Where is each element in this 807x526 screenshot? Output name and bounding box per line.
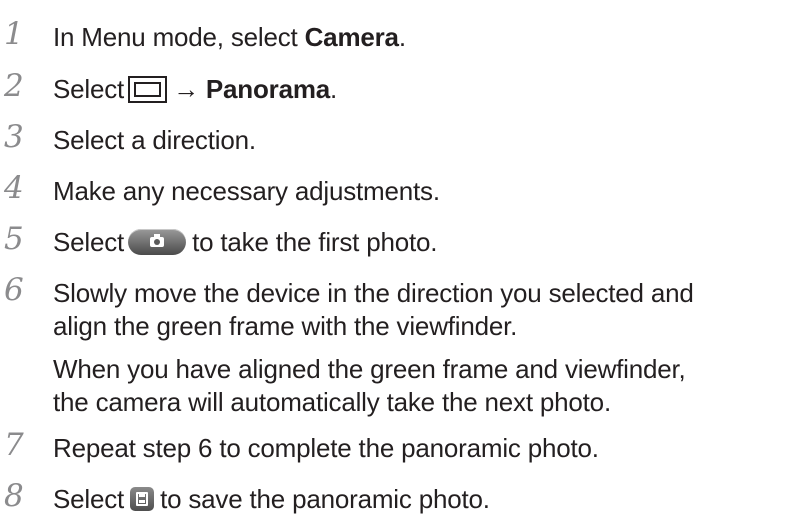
step-number: 2 — [4, 68, 24, 104]
disk-icon — [136, 492, 149, 506]
camera-icon — [150, 234, 165, 247]
menu-item-panorama: Panorama — [205, 74, 331, 104]
step-text: In Menu mode, select Camera. — [53, 20, 406, 54]
camera-shutter-icon — [128, 229, 187, 255]
step-text-part: . — [398, 22, 406, 52]
step-number: 1 — [4, 16, 24, 52]
step-text-line: align the green frame with the viewfinde… — [53, 311, 518, 341]
step-text-part: to save the panoramic photo. — [160, 484, 490, 514]
step-text: Make any necessary adjustments. — [53, 176, 440, 206]
step-number: 7 — [4, 427, 24, 463]
step-text-part: In Menu mode, select — [53, 22, 305, 52]
step-text-part: . — [330, 74, 338, 104]
arrow: → — [173, 74, 206, 104]
frame-mode-icon — [128, 76, 168, 103]
step-text-part: to take the first photo. — [192, 227, 438, 257]
step-text: Select to take the first photo. — [53, 225, 437, 259]
step-text: Select to save the panoramic photo. — [53, 482, 490, 516]
step-text-line: Slowly move the device in the direction … — [53, 278, 694, 308]
step-text-part: Select — [53, 484, 125, 514]
step-text-line: When you have aligned the green frame an… — [53, 354, 686, 384]
save-icon — [130, 487, 155, 511]
step-number: 4 — [4, 170, 24, 206]
step-text-part: Select — [53, 227, 125, 257]
menu-item-camera: Camera — [304, 22, 399, 52]
step-text: Select → Panorama. — [53, 72, 337, 106]
step-text-part: Select — [53, 74, 125, 104]
step-text: Repeat step 6 to complete the panoramic … — [53, 433, 599, 463]
step-number: 5 — [4, 221, 24, 257]
step-number: 3 — [4, 119, 24, 155]
step-number: 8 — [4, 478, 24, 514]
step-number: 6 — [4, 272, 24, 308]
step-text: Select a direction. — [53, 125, 256, 155]
step-text-line: the camera will automatically take the n… — [53, 387, 611, 417]
